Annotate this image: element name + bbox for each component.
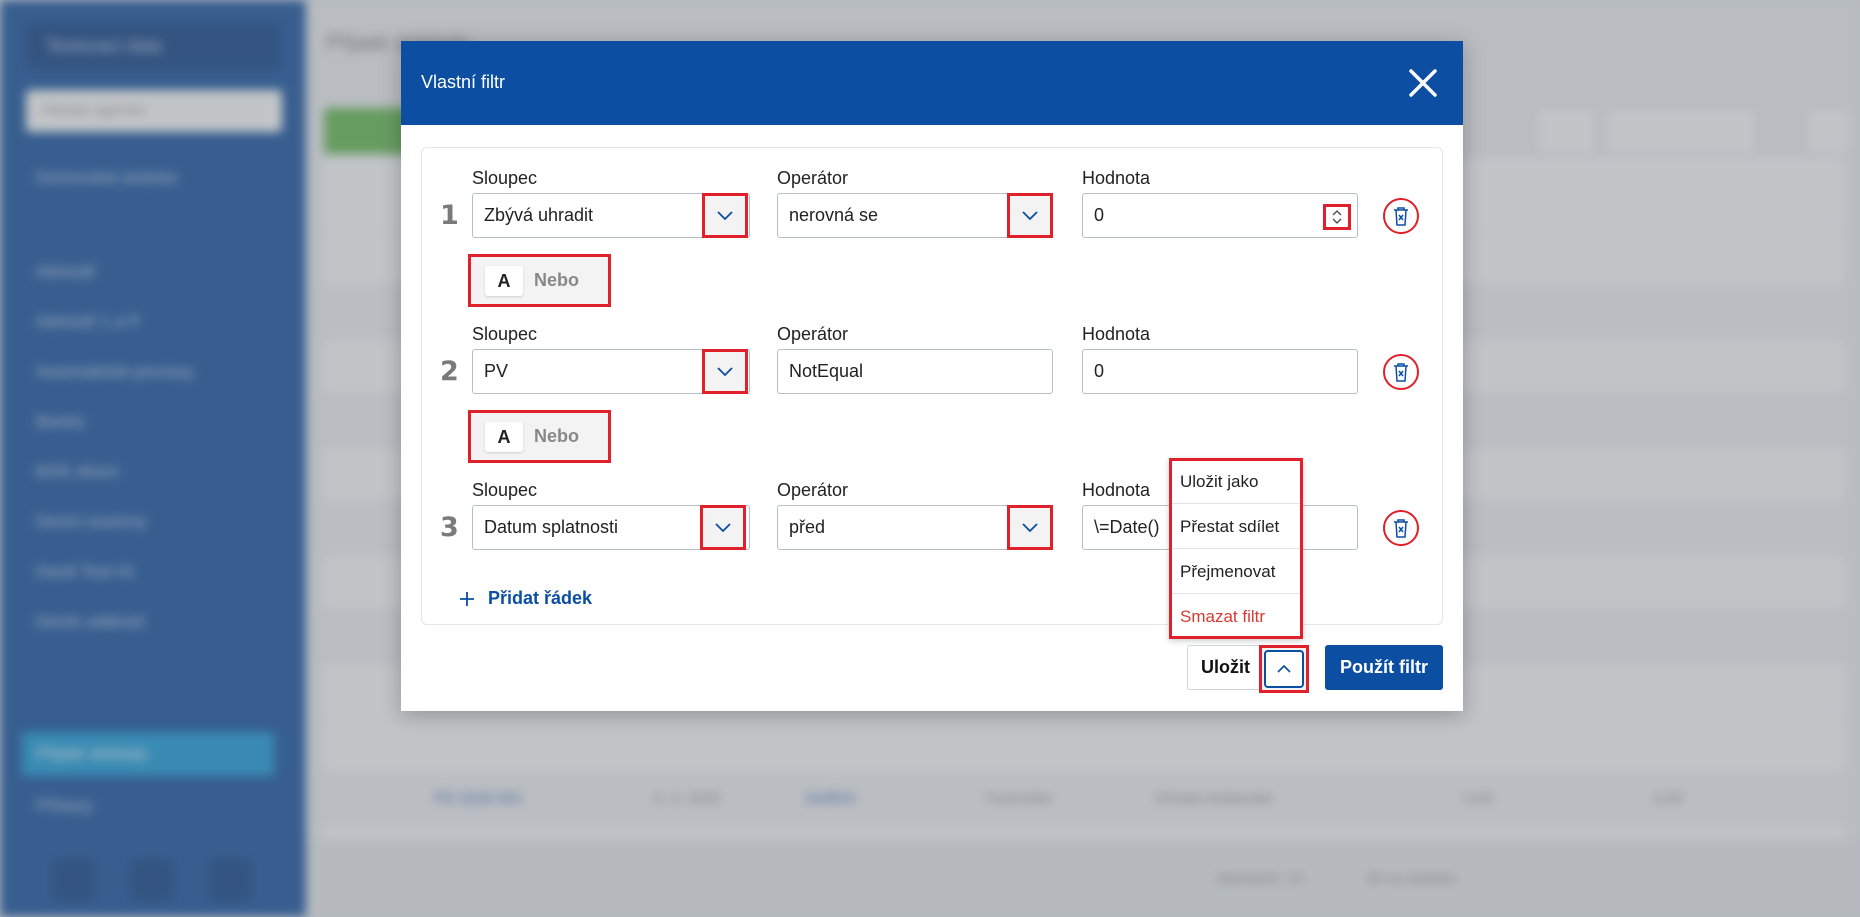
value-input-2[interactable]: 0 bbox=[1082, 349, 1358, 394]
row-number: 3 bbox=[440, 512, 459, 543]
row-number: 1 bbox=[440, 200, 459, 231]
column-value: PV bbox=[484, 361, 509, 381]
operator-label: Operátor bbox=[777, 324, 849, 344]
close-icon bbox=[1409, 69, 1437, 97]
column-value: Datum splatnosti bbox=[484, 517, 619, 537]
or-option[interactable]: Nebo bbox=[534, 270, 579, 291]
delete-row-button-3[interactable] bbox=[1383, 510, 1419, 546]
menu-item-save-as[interactable]: Uložit jako bbox=[1180, 472, 1258, 492]
chevron-down-icon bbox=[717, 367, 733, 377]
row-number: 2 bbox=[440, 356, 459, 387]
chevron-down-icon bbox=[1022, 523, 1038, 533]
apply-filter-button[interactable]: Použít filtr bbox=[1325, 645, 1443, 690]
delete-row-button-1[interactable] bbox=[1383, 198, 1419, 234]
value-label: Hodnota bbox=[1082, 480, 1151, 500]
menu-separator bbox=[1172, 593, 1300, 594]
chevron-down-icon bbox=[717, 211, 733, 221]
close-button[interactable] bbox=[1403, 63, 1443, 103]
and-option[interactable]: A bbox=[485, 422, 523, 452]
operator-dropdown-toggle-1[interactable] bbox=[1007, 193, 1053, 238]
delete-row-button-2[interactable] bbox=[1383, 354, 1419, 390]
menu-separator bbox=[1172, 503, 1300, 504]
chevron-up-icon bbox=[1277, 664, 1291, 673]
column-dropdown-toggle-2[interactable] bbox=[702, 349, 748, 394]
or-option[interactable]: Nebo bbox=[534, 426, 579, 447]
column-value: Zbývá uhradit bbox=[484, 205, 594, 225]
chevron-down-icon bbox=[715, 523, 731, 533]
operator-value: NotEqual bbox=[789, 361, 864, 381]
value-input-1[interactable]: 0 bbox=[1082, 193, 1358, 238]
save-button[interactable]: Uložit bbox=[1187, 645, 1264, 690]
trash-icon bbox=[1394, 519, 1408, 538]
trash-icon bbox=[1394, 363, 1408, 382]
save-menu-toggle[interactable] bbox=[1259, 645, 1309, 693]
operator-label: Operátor bbox=[777, 168, 849, 188]
menu-item-delete-filter[interactable]: Smazat filtr bbox=[1180, 607, 1265, 627]
save-menu-toggle-inner[interactable] bbox=[1264, 650, 1304, 688]
and-or-toggle-2[interactable]: A Nebo bbox=[468, 410, 611, 463]
operator-value: před bbox=[789, 517, 826, 537]
value-text: 0 bbox=[1094, 205, 1105, 225]
value-label: Hodnota bbox=[1082, 168, 1151, 188]
trash-icon bbox=[1394, 207, 1408, 226]
operator-input-2[interactable]: NotEqual bbox=[777, 349, 1053, 394]
column-label: Sloupec bbox=[472, 480, 538, 500]
add-row-button[interactable]: Přidat řádek bbox=[458, 588, 592, 609]
operator-dropdown-toggle-3[interactable] bbox=[1007, 505, 1053, 550]
operator-value: nerovná se bbox=[789, 205, 879, 225]
and-option[interactable]: A bbox=[485, 266, 523, 296]
custom-filter-dialog: Vlastní filtr Sloupec Operátor Hodnota 1… bbox=[401, 41, 1463, 711]
number-spinner-1[interactable] bbox=[1323, 204, 1351, 230]
value-text: 0 bbox=[1094, 361, 1105, 381]
column-label: Sloupec bbox=[472, 324, 538, 344]
operator-label: Operátor bbox=[777, 480, 849, 500]
and-or-toggle-1[interactable]: A Nebo bbox=[468, 254, 611, 307]
save-options-menu: Uložit jako Přestat sdílet Přejmenovat S… bbox=[1169, 458, 1303, 639]
plus-icon bbox=[460, 591, 474, 606]
column-dropdown-toggle-3[interactable] bbox=[700, 505, 746, 550]
chevron-down-icon bbox=[1022, 211, 1038, 221]
column-label: Sloupec bbox=[472, 168, 538, 188]
dialog-header: Vlastní filtr bbox=[401, 41, 1463, 125]
value-text: \=Date() bbox=[1094, 517, 1160, 537]
column-dropdown-toggle-1[interactable] bbox=[702, 193, 748, 238]
menu-item-stop-sharing[interactable]: Přestat sdílet bbox=[1180, 517, 1279, 537]
spinner-arrows-icon bbox=[1332, 210, 1342, 224]
menu-item-rename[interactable]: Přejmenovat bbox=[1180, 562, 1275, 582]
value-label: Hodnota bbox=[1082, 324, 1151, 344]
menu-separator bbox=[1172, 548, 1300, 549]
add-row-label: Přidat řádek bbox=[488, 588, 593, 608]
dialog-title: Vlastní filtr bbox=[421, 72, 506, 92]
